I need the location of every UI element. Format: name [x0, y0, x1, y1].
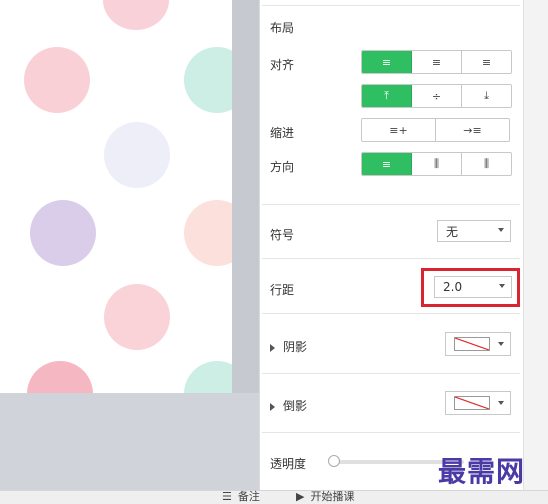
notes-button[interactable]: ☰ 备注	[222, 491, 260, 503]
increase-indent-button[interactable]: ≡+	[362, 119, 436, 141]
reflection-toggle[interactable]: 倒影	[270, 397, 307, 414]
notes-label: 备注	[237, 490, 260, 503]
decrease-indent-button[interactable]: →≡	[436, 119, 509, 141]
divider	[262, 5, 520, 6]
divider	[262, 204, 520, 205]
reflection-color-picker[interactable]	[445, 391, 511, 415]
shadow-color-picker[interactable]	[445, 332, 511, 356]
polka-dot	[27, 361, 93, 393]
direction-label: 方向	[270, 160, 295, 174]
polka-dot	[104, 284, 170, 350]
polka-dot	[103, 0, 169, 30]
panel-scrollbar[interactable]	[523, 0, 548, 490]
menu-icon: ☰	[222, 490, 232, 503]
watermark-text: 最需网	[438, 455, 526, 488]
opacity-label: 透明度	[270, 457, 307, 471]
divider	[262, 313, 520, 314]
polka-dot	[30, 200, 96, 266]
align-top-button[interactable]: ⤒	[362, 85, 412, 107]
polka-dot	[104, 122, 170, 188]
no-color-icon	[454, 396, 490, 410]
divider	[262, 373, 520, 374]
play-icon: ▶	[296, 490, 305, 503]
status-bar: ☰ 备注 ▶ 开始播课	[0, 490, 548, 504]
slide-canvas-area	[0, 0, 259, 490]
layout-section-title: 布局	[270, 21, 295, 35]
vertical-align-group: ⤒ ÷ ⤓	[361, 84, 512, 108]
start-show-button[interactable]: ▶ 开始播课	[296, 491, 354, 503]
line-spacing-value: 2.0	[443, 280, 463, 294]
expand-triangle-icon	[270, 402, 275, 411]
chevron-down-icon	[499, 284, 505, 288]
align-middle-button[interactable]: ÷	[412, 85, 462, 107]
chevron-down-icon	[498, 401, 504, 405]
divider	[262, 258, 520, 259]
line-spacing-select[interactable]: 2.0	[434, 276, 512, 298]
polka-dot	[184, 200, 232, 266]
divider	[262, 432, 520, 433]
indent-label: 缩进	[270, 126, 295, 140]
chevron-down-icon	[498, 228, 504, 232]
opacity-slider-handle[interactable]	[328, 455, 340, 467]
shadow-toggle[interactable]: 阴影	[270, 338, 307, 355]
polka-dot	[184, 47, 232, 113]
shadow-label: 阴影	[283, 340, 308, 354]
direction-group: ≡ ⫼ ⫼	[361, 152, 512, 176]
symbol-label: 符号	[270, 228, 295, 242]
align-right-button[interactable]: ≡	[462, 51, 511, 73]
horizontal-align-group: ≡ ≡ ≡	[361, 50, 512, 74]
align-bottom-button[interactable]: ⤓	[462, 85, 511, 107]
indent-group: ≡+ →≡	[361, 118, 510, 142]
chevron-down-icon	[498, 342, 504, 346]
align-left-button[interactable]: ≡	[362, 51, 412, 73]
start-show-label: 开始播课	[310, 490, 355, 503]
symbol-select-value: 无	[446, 224, 459, 239]
align-label: 对齐	[270, 58, 295, 72]
no-color-icon	[454, 337, 490, 351]
expand-triangle-icon	[270, 343, 275, 352]
align-center-button[interactable]: ≡	[412, 51, 462, 73]
polka-dot	[184, 361, 232, 393]
line-spacing-label: 行距	[270, 283, 295, 297]
polka-dot	[24, 47, 90, 113]
direction-vertical-right-button[interactable]: ⫼	[462, 153, 511, 175]
symbol-select[interactable]: 无	[437, 220, 511, 242]
slide-preview[interactable]	[0, 0, 232, 393]
canvas-margin	[232, 0, 259, 393]
reflection-label: 倒影	[283, 399, 308, 413]
direction-vertical-left-button[interactable]: ⫼	[412, 153, 462, 175]
direction-horizontal-button[interactable]: ≡	[362, 153, 412, 175]
